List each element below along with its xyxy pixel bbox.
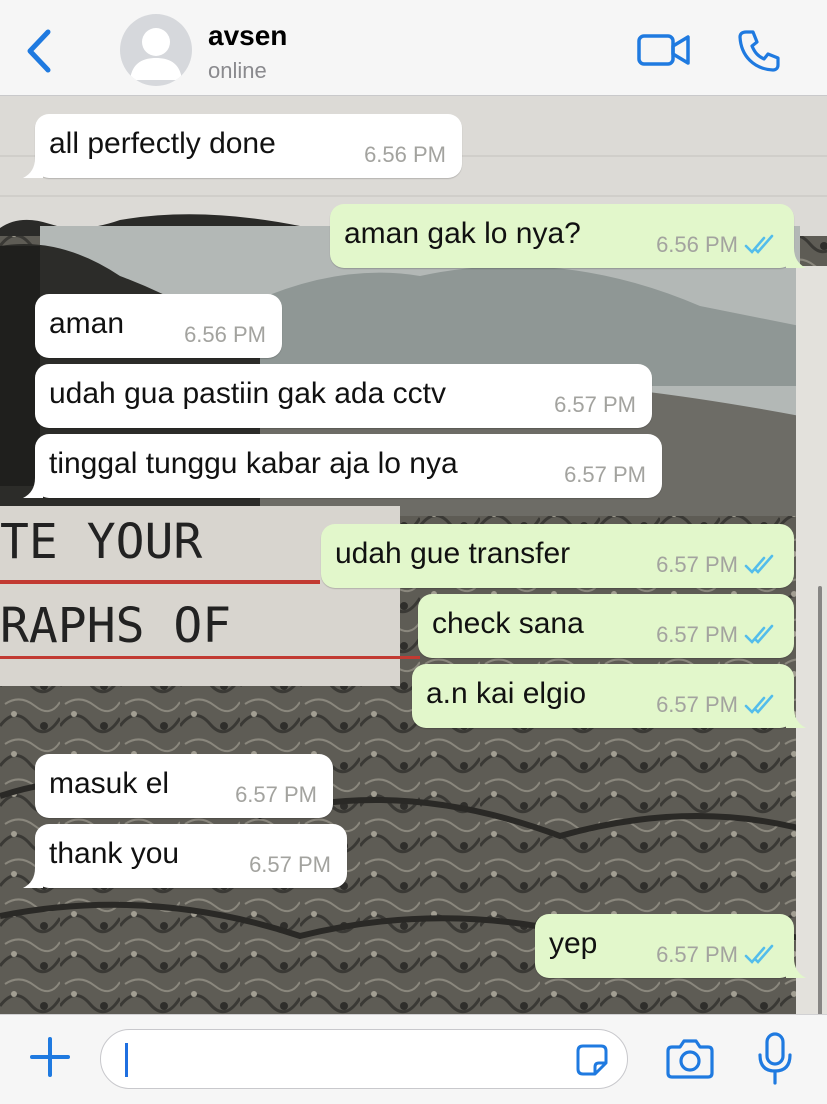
camera-button[interactable]: [666, 1037, 714, 1079]
bubble-tail: [23, 868, 43, 888]
avatar[interactable]: [120, 14, 192, 86]
read-receipt-icon: [744, 694, 774, 714]
contact-name[interactable]: avsen: [208, 20, 287, 52]
bubble-tail: [786, 248, 806, 268]
read-receipt-icon: [744, 234, 774, 254]
message-text: masuk el: [49, 767, 170, 800]
message-incoming[interactable]: masuk el 6.57 PM: [35, 754, 333, 818]
read-receipt-icon: [744, 624, 774, 644]
message-time: 6.56 PM: [364, 142, 446, 167]
scroll-indicator[interactable]: [818, 586, 822, 1014]
text-cursor: [125, 1043, 128, 1077]
contact-status: online: [208, 58, 267, 83]
sticker-icon: [576, 1044, 608, 1076]
message-text: tinggal tunggu kabar aja lo nya: [49, 447, 458, 480]
read-receipt-icon: [744, 944, 774, 964]
message-text: aman: [49, 307, 125, 340]
message-input-bar: [0, 1014, 827, 1104]
message-time: 6.57 PM: [235, 782, 317, 807]
message-time: 6.56 PM: [184, 322, 266, 347]
camera-icon: [666, 1039, 714, 1079]
sticker-button[interactable]: [575, 1043, 609, 1077]
message-text: aman gak lo nya?: [344, 217, 581, 250]
chevron-left-icon: [27, 29, 51, 73]
message-outgoing[interactable]: aman gak lo nya? 6.56 PM: [330, 204, 806, 268]
wallpaper-text-1: TE YOUR: [0, 514, 202, 570]
message-text: udah gua pastiin gak ada cctv: [49, 377, 446, 410]
phone-icon: [738, 30, 780, 72]
message-incoming[interactable]: all perfectly done 6.56 PM: [23, 114, 462, 178]
default-avatar-icon: [130, 28, 182, 80]
message-time: 6.57 PM: [656, 692, 738, 717]
message-incoming[interactable]: aman 6.56 PM: [35, 294, 282, 358]
message-time: 6.57 PM: [656, 552, 738, 577]
message-time: 6.57 PM: [656, 622, 738, 647]
bubble-tail: [786, 958, 806, 978]
attach-button[interactable]: [28, 1035, 72, 1079]
voice-call-button[interactable]: [736, 28, 782, 74]
message-time: 6.57 PM: [656, 942, 738, 967]
message-outgoing[interactable]: check sana 6.57 PM: [418, 594, 794, 658]
wallpaper-text-2: RAPHS OF: [0, 598, 231, 654]
message-text: thank you: [49, 837, 180, 870]
message-incoming[interactable]: thank you 6.57 PM: [23, 824, 347, 888]
bubble-tail: [23, 478, 43, 498]
bubble-tail: [786, 708, 806, 728]
video-call-button[interactable]: [636, 30, 692, 70]
chat-header: avsen online: [0, 0, 827, 96]
message-incoming[interactable]: tinggal tunggu kabar aja lo nya 6.57 PM: [23, 434, 662, 498]
message-incoming[interactable]: udah gua pastiin gak ada cctv 6.57 PM: [35, 364, 652, 428]
message-outgoing[interactable]: yep 6.57 PM: [535, 914, 806, 978]
message-time: 6.57 PM: [554, 392, 636, 417]
back-button[interactable]: [22, 28, 58, 74]
microphone-button[interactable]: [756, 1031, 794, 1087]
message-text: udah gue transfer: [335, 537, 571, 570]
message-text: yep: [549, 927, 598, 960]
message-time: 6.57 PM: [249, 852, 331, 877]
video-camera-icon: [637, 34, 690, 66]
message-outgoing[interactable]: a.n kai elgio 6.57 PM: [412, 664, 806, 728]
message-input[interactable]: [100, 1029, 628, 1089]
microphone-icon: [758, 1032, 792, 1085]
message-time: 6.56 PM: [656, 232, 738, 257]
plus-icon: [30, 1037, 70, 1077]
bubble-tail: [23, 158, 43, 178]
chat-area[interactable]: TE YOUR RAPHS OF all perfectly done 6.56…: [0, 96, 827, 1014]
message-text: check sana: [432, 607, 584, 640]
message-time: 6.57 PM: [564, 462, 646, 487]
message-text: a.n kai elgio: [426, 677, 587, 710]
message-text: all perfectly done: [49, 127, 276, 160]
read-receipt-icon: [744, 554, 774, 574]
message-outgoing[interactable]: udah gue transfer 6.57 PM: [321, 524, 794, 588]
